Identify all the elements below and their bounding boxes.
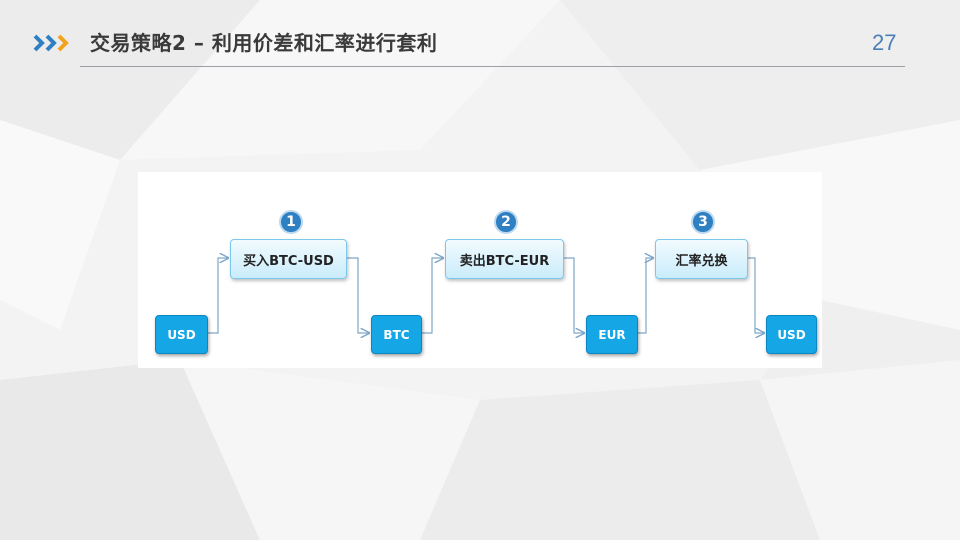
step-badge-2: 2	[494, 210, 518, 234]
header-divider	[80, 66, 905, 67]
page-number: 27	[872, 30, 897, 55]
connector-step3-to-usd	[746, 257, 764, 333]
connector-usd-to-step1	[206, 258, 228, 334]
connector-eur-to-step3	[636, 258, 653, 334]
connector-btc-to-step2	[420, 258, 443, 334]
node-btc: BTC	[371, 315, 422, 354]
node-usd-end: USD	[766, 315, 817, 354]
page-title: 交易策略2 – 利用价差和汇率进行套利	[90, 31, 438, 55]
connector-step1-to-btc	[345, 257, 369, 333]
arbitrage-flow-diagram: USD BTC EUR USD 1 2 3 买入BTC-USD 卖出BTC-EU…	[138, 172, 822, 368]
step-badge-3: 3	[691, 210, 715, 234]
chevron-right-icon	[33, 34, 69, 52]
step-buy-btc-usd: 买入BTC-USD	[230, 239, 347, 279]
node-eur: EUR	[586, 315, 638, 354]
connector-step2-to-eur	[562, 257, 584, 333]
step-badge-1: 1	[279, 210, 303, 234]
node-usd-start: USD	[155, 315, 208, 354]
step-sell-btc-eur: 卖出BTC-EUR	[445, 239, 564, 279]
step-fx-conversion: 汇率兑换	[655, 239, 748, 279]
